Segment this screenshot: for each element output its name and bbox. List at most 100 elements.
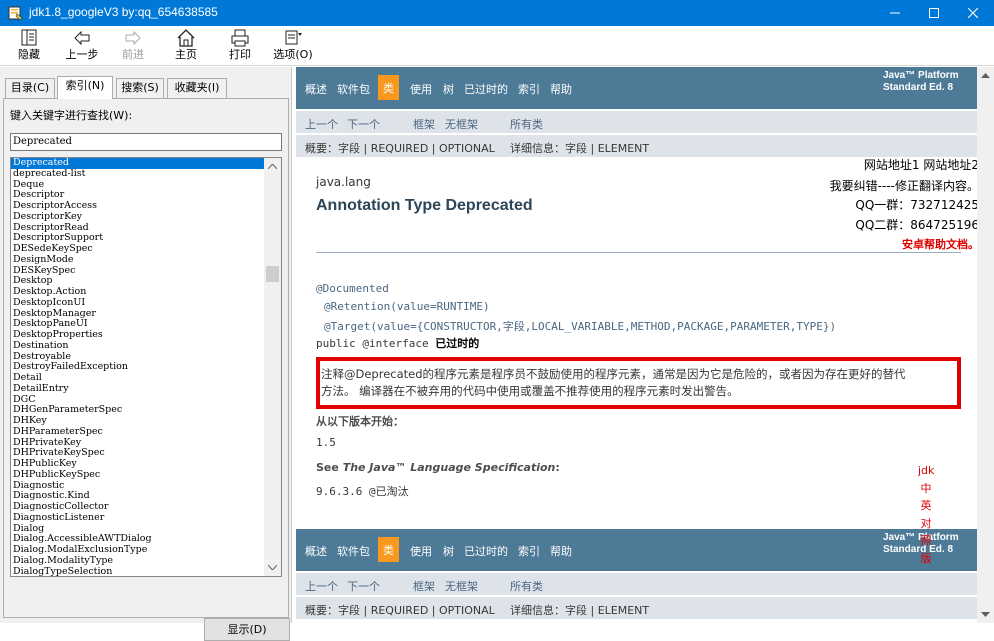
index-list-item[interactable]: Diagnostic.Kind (11, 491, 265, 502)
index-list-item[interactable]: DescriptorAccess (11, 201, 265, 212)
summary-links[interactable]: 概要：字段 | REQUIRED | OPTIONAL (305, 140, 495, 156)
index-list-item[interactable]: DGC (11, 395, 265, 406)
index-list-item[interactable]: Dialog.AccessibleAWTDialog (11, 534, 265, 545)
index-list-item[interactable]: Dialog.ModalExclusionType (11, 545, 265, 556)
allclasses-link[interactable]: 所有类 (510, 116, 543, 132)
index-list-item[interactable]: DHPublicKeySpec (11, 470, 265, 481)
next-link[interactable]: 下一个 (347, 116, 380, 132)
divider (316, 252, 961, 253)
annotation-target[interactable]: @Target(value={CONSTRUCTOR,字段,LOCAL_VARI… (324, 318, 836, 334)
print-button[interactable]: 打印 (222, 28, 258, 64)
hide-button[interactable]: 隐藏 (10, 28, 48, 64)
index-list-item[interactable]: DHPrivateKeySpec (11, 448, 265, 459)
annotation-documented[interactable]: @Documented (316, 282, 389, 295)
index-list-item[interactable]: Dialog.ModalityType (11, 556, 265, 567)
nav-overview[interactable]: 概述 (305, 81, 327, 97)
printer-icon (231, 29, 249, 47)
nav-help[interactable]: 帮助 (550, 543, 572, 559)
index-list-item[interactable]: DHPublicKey (11, 459, 265, 470)
index-list-item[interactable]: DHGenParameterSpec (11, 405, 265, 416)
prev-link[interactable]: 上一个 (305, 578, 338, 594)
index-list-item[interactable]: DesignMode (11, 255, 265, 266)
home-button[interactable]: 主页 (168, 28, 204, 64)
nav-package[interactable]: 软件包 (337, 81, 370, 97)
index-list-item[interactable]: DesktopProperties (11, 330, 265, 341)
next-link[interactable]: 下一个 (347, 578, 380, 594)
index-list-item[interactable]: DHParameterSpec (11, 427, 265, 438)
noframes-link[interactable]: 无框架 (445, 578, 478, 594)
maximize-icon (929, 8, 939, 18)
index-list-scrollbar[interactable] (264, 158, 281, 576)
index-list-item[interactable]: DesktopManager (11, 309, 265, 320)
nav-tree[interactable]: 树 (443, 543, 454, 559)
nav-help[interactable]: 帮助 (550, 81, 572, 97)
forward-button[interactable]: 前进 (117, 28, 149, 64)
index-list-item[interactable]: Dialog (11, 524, 265, 535)
index-list-item[interactable]: DESedeKeySpec (11, 244, 265, 255)
index-list-item[interactable]: DestroyFailedException (11, 362, 265, 373)
tab-search[interactable]: 搜索(S) (116, 78, 164, 98)
prev-link[interactable]: 上一个 (305, 116, 338, 132)
annotation-retention[interactable]: @Retention(value=RUNTIME) (324, 300, 490, 313)
tab-index[interactable]: 索引(N) (57, 76, 113, 99)
display-button[interactable]: 显示(D) (204, 618, 290, 641)
frames-link[interactable]: 框架 (413, 116, 435, 132)
tab-contents[interactable]: 目录(C) (5, 78, 55, 98)
index-list-item[interactable]: DiagnosticCollector (11, 502, 265, 513)
correction-link[interactable]: 我要纠错----修正翻译内容。 (830, 177, 979, 194)
scroll-up-button[interactable] (977, 67, 994, 84)
index-list-item[interactable]: Deque (11, 180, 265, 191)
scroll-thumb[interactable] (266, 266, 279, 282)
label-char: 照 (920, 534, 932, 547)
allclasses-link[interactable]: 所有类 (510, 578, 543, 594)
index-list-item[interactable]: DescriptorRead (11, 223, 265, 234)
nav-overview[interactable]: 概述 (305, 543, 327, 559)
nav-deprecated[interactable]: 已过时的 (464, 543, 508, 559)
close-button[interactable] (950, 0, 994, 26)
scroll-down-button[interactable] (264, 559, 281, 576)
scroll-up-button[interactable] (264, 158, 281, 175)
nav-deprecated[interactable]: 已过时的 (464, 81, 508, 97)
index-list-item[interactable]: DHPrivateKey (11, 438, 265, 449)
index-list-item[interactable]: Destination (11, 341, 265, 352)
index-list-item[interactable]: DiagnosticListener (11, 513, 265, 524)
index-list-item[interactable]: Descriptor (11, 190, 265, 201)
nav-index[interactable]: 索引 (518, 543, 540, 559)
index-list-item[interactable]: DHKey (11, 416, 265, 427)
index-list-item[interactable]: DESKeySpec (11, 266, 265, 277)
index-list-item[interactable]: DesktopPaneUI (11, 319, 265, 330)
summary-links[interactable]: 概要：字段 | REQUIRED | OPTIONAL (305, 602, 495, 618)
nav-index[interactable]: 索引 (518, 81, 540, 97)
index-list-item[interactable]: deprecated-list (11, 169, 265, 180)
frames-link[interactable]: 框架 (413, 578, 435, 594)
noframes-link[interactable]: 无框架 (445, 116, 478, 132)
options-button[interactable]: 选项(O) (271, 28, 315, 64)
index-list-item[interactable]: Destroyable (11, 352, 265, 363)
detail-links[interactable]: 详细信息：字段 | ELEMENT (510, 602, 649, 618)
nav-package[interactable]: 软件包 (337, 543, 370, 559)
nav-tree[interactable]: 树 (443, 81, 454, 97)
index-list-item[interactable]: DescriptorKey (11, 212, 265, 223)
index-list-item[interactable]: Deprecated (11, 158, 265, 169)
index-list[interactable]: Deprecated deprecated-list Deque Descriptor… (10, 157, 282, 577)
nav-use[interactable]: 使用 (410, 543, 432, 559)
site-links[interactable]: 网站地址1 网站地址2 (864, 156, 979, 173)
index-list-item[interactable]: DetailEntry (11, 384, 265, 395)
document-scrollbar[interactable] (977, 67, 994, 623)
tab-favorites[interactable]: 收藏夹(I) (167, 78, 227, 98)
see-title[interactable]: The Java™ Language Specification (343, 461, 556, 474)
nav-use[interactable]: 使用 (410, 81, 432, 97)
android-docs-link[interactable]: 安卓帮助文档。 (902, 236, 979, 252)
index-list-item[interactable]: Desktop (11, 276, 265, 287)
back-button[interactable]: 上一步 (62, 28, 102, 64)
scroll-down-button[interactable] (977, 606, 994, 623)
index-list-item[interactable]: Desktop.Action (11, 287, 265, 298)
keyword-input[interactable]: Deprecated (10, 133, 282, 151)
nav-class-current: 类 (378, 537, 399, 562)
index-list-item[interactable]: DescriptorSupport (11, 233, 265, 244)
detail-links[interactable]: 详细信息：字段 | ELEMENT (510, 140, 649, 156)
index-list-item[interactable]: DialogTypeSelection (11, 567, 265, 577)
index-list-item[interactable]: Detail (11, 373, 265, 384)
index-list-item[interactable]: Diagnostic (11, 481, 265, 492)
index-list-item[interactable]: DesktopIconUI (11, 298, 265, 309)
